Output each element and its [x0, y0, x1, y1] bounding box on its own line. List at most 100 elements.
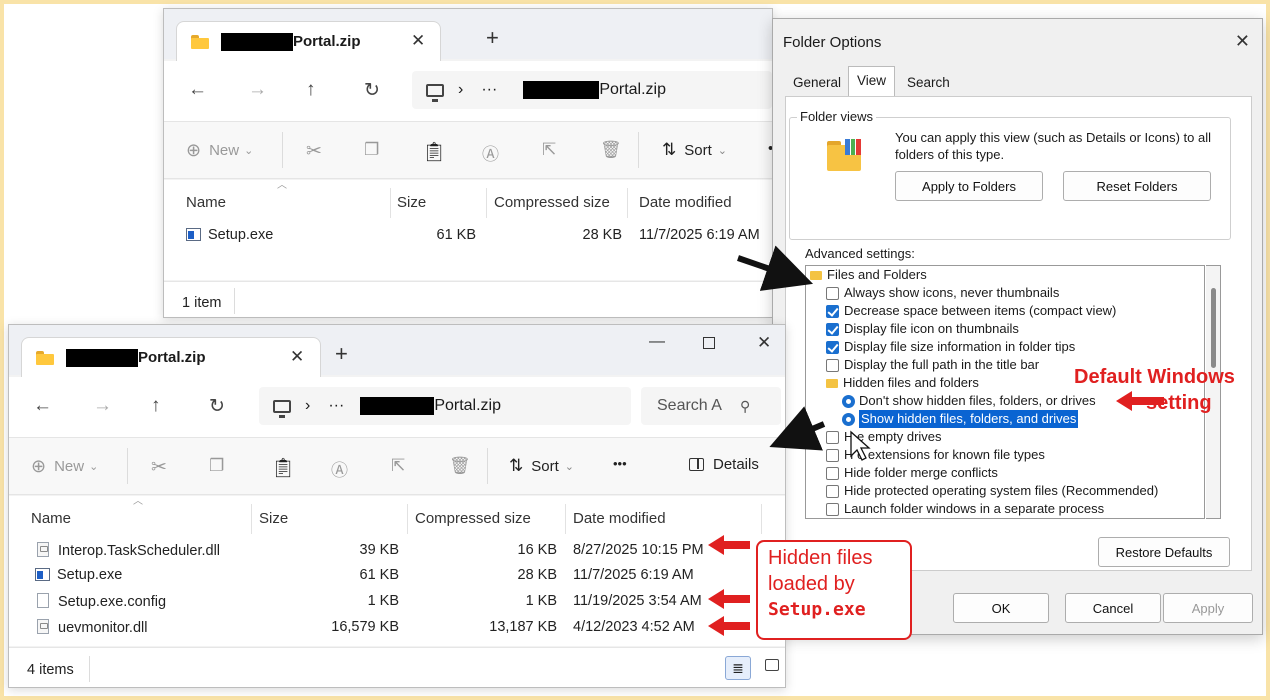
- sort-button[interactable]: ⇅ Sort ⌄: [509, 456, 574, 476]
- paste-icon[interactable]: 📋︎: [271, 456, 295, 480]
- copy-icon[interactable]: ❐: [364, 140, 379, 160]
- ok-button[interactable]: OK: [953, 593, 1049, 623]
- setting-hide-extensions[interactable]: H e extensions for known file types: [826, 446, 1045, 464]
- tab-view[interactable]: View: [848, 66, 896, 97]
- search-input[interactable]: Search A ⚲: [641, 387, 781, 425]
- cancel-button[interactable]: Cancel: [1065, 593, 1161, 623]
- top-address-bar[interactable]: › ··· Portal.zip: [412, 71, 772, 109]
- table-row[interactable]: Setup.exe 61 KB 28 KB 11/7/2025 6:19 AM: [9, 562, 769, 588]
- details-view-icon[interactable]: ≣: [725, 656, 751, 680]
- new-tab-icon[interactable]: +: [486, 25, 499, 51]
- checkbox-checked[interactable]: [826, 340, 839, 354]
- new-tab-icon[interactable]: +: [335, 341, 348, 367]
- column-compressed[interactable]: Compressed size: [494, 194, 610, 211]
- chevron-right-icon: ›: [458, 81, 464, 98]
- delete-icon[interactable]: 🗑︎: [449, 456, 471, 476]
- cut-icon[interactable]: ✂: [306, 140, 322, 163]
- column-name[interactable]: Name: [31, 510, 71, 527]
- column-compressed[interactable]: Compressed size: [415, 510, 531, 527]
- more-path-icon[interactable]: ···: [328, 397, 344, 415]
- copy-icon[interactable]: ❐: [209, 456, 224, 476]
- rename-icon[interactable]: Ⓐ: [482, 140, 499, 165]
- up-icon[interactable]: ↑: [306, 79, 316, 101]
- new-button[interactable]: ⊕ New ⌄: [186, 140, 253, 161]
- column-date[interactable]: Date modified: [573, 510, 666, 527]
- delete-icon[interactable]: 🗑︎: [600, 140, 622, 160]
- reset-folders-button[interactable]: Reset Folders: [1063, 171, 1211, 201]
- setting-hide-merge-conflicts[interactable]: Hide folder merge conflicts: [826, 464, 998, 482]
- details-button[interactable]: Details: [689, 456, 759, 473]
- checkbox-checked[interactable]: [826, 304, 839, 318]
- rename-icon[interactable]: Ⓐ: [331, 456, 348, 481]
- more-path-icon[interactable]: ···: [481, 81, 497, 99]
- top-tab[interactable]: Portal.zip ✕: [176, 21, 441, 61]
- sort-chevron-icon: ︿: [133, 496, 143, 507]
- cut-icon[interactable]: ✂: [151, 456, 167, 479]
- refresh-icon[interactable]: ↻: [364, 79, 380, 102]
- column-date[interactable]: Date modified: [639, 194, 732, 211]
- tab-search[interactable]: Search: [899, 69, 958, 97]
- checkbox[interactable]: [826, 430, 839, 444]
- setting-file-icon-thumbnails[interactable]: Display file icon on thumbnails: [826, 320, 1019, 338]
- forward-icon[interactable]: →: [248, 79, 267, 101]
- chevron-down-icon: ⌄: [717, 144, 727, 157]
- plus-circle-icon: ⊕: [31, 456, 47, 476]
- table-row[interactable]: Interop.TaskScheduler.dll 39 KB 16 KB 8/…: [9, 536, 769, 562]
- setting-file-size-info[interactable]: Display file size information in folder …: [826, 338, 1075, 356]
- checkbox[interactable]: [826, 502, 839, 516]
- apply-button[interactable]: Apply: [1163, 593, 1253, 623]
- table-row[interactable]: uevmonitor.dll 16,579 KB 13,187 KB 4/12/…: [9, 614, 769, 640]
- setting-hide-protected-files[interactable]: Hide protected operating system files (R…: [826, 482, 1158, 500]
- close-icon[interactable]: ✕: [757, 333, 771, 353]
- setting-hide-empty-drives[interactable]: H e empty drives: [826, 428, 942, 446]
- radio-dont-show-hidden[interactable]: Don't show hidden files, folders, or dri…: [842, 392, 1096, 410]
- restore-defaults-button[interactable]: Restore Defaults: [1098, 537, 1230, 567]
- share-icon[interactable]: ⇱: [542, 140, 556, 160]
- up-icon[interactable]: ↑: [151, 395, 161, 417]
- setting-decrease-space[interactable]: Decrease space between items (compact vi…: [826, 302, 1116, 320]
- checkbox[interactable]: [826, 448, 839, 462]
- maximize-icon[interactable]: [703, 337, 715, 349]
- sort-icon: ⇅: [509, 456, 524, 475]
- radio-show-hidden[interactable]: Show hidden files, folders, and drives: [842, 410, 1079, 428]
- tab-close-icon[interactable]: ✕: [411, 31, 425, 51]
- back-icon[interactable]: ←: [188, 79, 207, 101]
- close-icon[interactable]: ✕: [1235, 31, 1250, 52]
- tiles-view-icon[interactable]: [765, 659, 779, 671]
- apply-to-folders-button[interactable]: Apply to Folders: [895, 171, 1043, 201]
- checkbox[interactable]: [826, 466, 839, 480]
- radio-button[interactable]: [842, 394, 855, 408]
- new-button[interactable]: ⊕ New ⌄: [31, 456, 98, 477]
- scrollbar-thumb[interactable]: [1211, 288, 1216, 368]
- folder-view-icon: [827, 139, 861, 171]
- radio-button-selected[interactable]: [842, 412, 855, 426]
- setting-separate-process[interactable]: Launch folder windows in a separate proc…: [826, 500, 1104, 518]
- advanced-settings-tree[interactable]: Files and Folders Always show icons, nev…: [805, 265, 1205, 519]
- table-row[interactable]: Setup.exe 61 KB 28 KB 11/7/2025 6:19 AM: [164, 220, 772, 246]
- tree-label: Files and Folders: [827, 267, 927, 282]
- column-size[interactable]: Size: [259, 510, 288, 527]
- tab-close-icon[interactable]: ✕: [290, 347, 304, 367]
- minimize-icon[interactable]: —: [649, 333, 665, 351]
- tab-general[interactable]: General: [785, 69, 849, 97]
- checkbox[interactable]: [826, 358, 839, 372]
- back-icon[interactable]: ←: [33, 395, 52, 417]
- file-compressed: 16 KB: [517, 542, 558, 558]
- bottom-address-bar[interactable]: › ··· Portal.zip: [259, 387, 631, 425]
- setting-full-path[interactable]: Display the full path in the title bar: [826, 356, 1039, 374]
- table-row[interactable]: Setup.exe.config 1 KB 1 KB 11/19/2025 3:…: [9, 588, 769, 614]
- setting-always-show-icons[interactable]: Always show icons, never thumbnails: [826, 284, 1059, 302]
- share-icon[interactable]: ⇱: [391, 456, 405, 476]
- file-size: 16,579 KB: [331, 619, 399, 635]
- forward-icon[interactable]: →: [93, 395, 112, 417]
- checkbox-checked[interactable]: [826, 322, 839, 336]
- refresh-icon[interactable]: ↻: [209, 395, 225, 418]
- column-name[interactable]: Name: [186, 194, 226, 211]
- column-size[interactable]: Size: [397, 194, 426, 211]
- paste-icon[interactable]: 📋︎: [422, 140, 446, 164]
- more-icon[interactable]: •••: [613, 456, 627, 471]
- sort-button[interactable]: ⇅ Sort ⌄: [662, 140, 727, 160]
- checkbox[interactable]: [826, 484, 839, 498]
- checkbox[interactable]: [826, 286, 839, 300]
- bottom-tab[interactable]: Portal.zip ✕: [21, 337, 321, 377]
